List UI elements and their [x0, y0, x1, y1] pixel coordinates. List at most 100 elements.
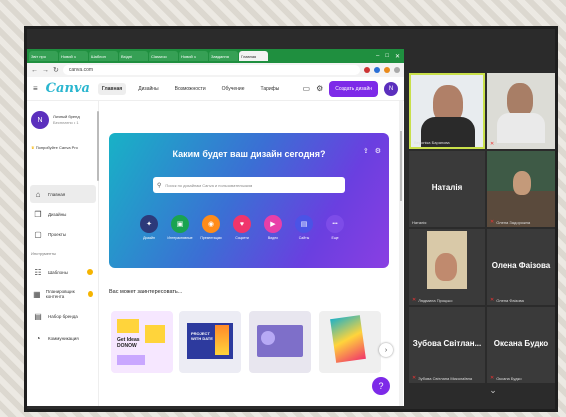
sidebar-section-label: Инструменты [31, 251, 56, 256]
folder-icon: ▢ [34, 229, 42, 239]
reload-icon[interactable]: ↻ [53, 66, 59, 74]
sidebar-item-label: Главная [48, 191, 66, 197]
participant-big-name: Зубова Світлан... [412, 339, 482, 348]
sidebar-scrollbar[interactable] [97, 111, 99, 181]
participant-tile[interactable]: ✕ Людмила Процько [409, 229, 485, 305]
extension-icon[interactable] [384, 67, 390, 73]
browser-tab-active[interactable]: Главная [239, 51, 268, 61]
category-presentations[interactable]: ◉ Презентации [200, 215, 222, 240]
try-pro-link[interactable]: ♛ Попробуйте Canva Pro [31, 145, 78, 150]
mic-muted-icon: ✕ [490, 219, 495, 225]
help-button[interactable]: ? [372, 377, 390, 395]
canva-logo[interactable]: Canva [46, 81, 90, 96]
participant-tile[interactable]: Вероніка Баранова [409, 73, 485, 149]
participant-video [513, 171, 531, 195]
settings-icon[interactable]: ⚙ [316, 84, 323, 93]
participant-name-text: Зубова Світлана Миколаївна [418, 375, 473, 381]
category-label: Еще [331, 236, 339, 240]
sidebar-item-brand-kit[interactable]: ▤ Набор бренда [30, 307, 96, 325]
sidebar-item-projects[interactable]: ▢ Проекты [30, 225, 96, 243]
more-icon[interactable]: ⚙ [375, 147, 381, 155]
hero-title: Каким будет ваш дизайн сегодня? [172, 149, 326, 159]
nav-pricing[interactable]: Тарифы [256, 83, 283, 95]
category-websites[interactable]: ▤ Сайты [294, 215, 314, 240]
team-plan: Бесплатно • 1 [53, 120, 79, 125]
sidebar-item-designs[interactable]: ❐ Дизайны [30, 205, 96, 223]
category-label: Презентации [200, 236, 222, 240]
nav-designs[interactable]: Дизайны [134, 83, 162, 95]
participant-name: ✕ Олена Задорожна [490, 219, 530, 225]
url-input[interactable]: canva.com [62, 65, 360, 75]
category-video[interactable]: ▶ Видео [263, 215, 283, 240]
nav-home[interactable]: Главная [97, 82, 127, 95]
close-icon[interactable]: ✕ [395, 53, 400, 60]
design-search-input[interactable]: ⚲ Поиск по дизайнам Canva и пользователь… [153, 177, 345, 193]
browser-tab[interactable]: Звіт про [29, 51, 58, 61]
scroll-thumb[interactable] [400, 131, 402, 201]
back-icon[interactable]: ← [31, 67, 38, 74]
profile-icon[interactable] [394, 67, 400, 73]
template-card[interactable]: PROJECT WITH DATE [179, 311, 241, 373]
create-design-button[interactable]: Создать дизайн [329, 80, 378, 97]
card-title: PROJECT WITH DATE [191, 331, 213, 341]
avatar[interactable]: N [384, 81, 398, 96]
browser-tab[interactable]: Новий з [59, 51, 88, 61]
browser-tab[interactable]: Classroo [149, 51, 178, 61]
maximize-icon[interactable]: □ [385, 53, 389, 60]
chevron-down-icon[interactable]: ⌄ [482, 381, 504, 399]
team-avatar: N [31, 111, 49, 129]
hero-banner: Каким будет ваш дизайн сегодня? ⇪ ⚙ ⚲ По… [109, 133, 389, 268]
mic-muted-icon: ✕ [412, 375, 417, 381]
sidebar-item-label: Проекты [48, 231, 67, 237]
nav-features[interactable]: Возможности [171, 83, 210, 95]
participant-tile[interactable]: ✕ Ірина Позначарчук [487, 73, 555, 149]
sidebar-item-communication[interactable]: ◔ Коммуникация [30, 329, 96, 347]
address-bar: ← → ↻ canva.com [27, 63, 404, 77]
category-for-you[interactable]: ✦ Дизайн [139, 215, 159, 240]
browser-tab[interactable]: Завдання [209, 51, 238, 61]
template-card[interactable]: Get Ideas DONOW [111, 311, 173, 373]
menu-icon[interactable]: ≡ [33, 84, 38, 93]
category-label: Видео [267, 236, 279, 240]
participant-big-name: Оксана Будко [493, 339, 549, 348]
browser-tab[interactable]: Шаблон [89, 51, 118, 61]
page-scrollbar[interactable] [399, 101, 403, 406]
mic-muted-icon: ✕ [490, 141, 495, 147]
extension-icon[interactable] [364, 67, 370, 73]
participant-tile[interactable]: ✕ Олена Задорожна [487, 151, 555, 227]
card-shape [261, 331, 275, 345]
template-card[interactable] [319, 311, 381, 373]
sidebar-item-planner[interactable]: ▦ Планировщик контента [30, 285, 96, 303]
sidebar-item-label: Коммуникация [48, 335, 79, 341]
minimize-icon[interactable]: – [376, 53, 379, 60]
category-more[interactable]: ••• Еще [325, 215, 345, 240]
carousel-next-button[interactable]: › [379, 343, 393, 357]
browser-tab[interactable]: Новий з [179, 51, 208, 61]
participant-tile[interactable]: Наталія Наталія [409, 151, 485, 227]
participant-name: ✕ Олена Фаізова [490, 297, 524, 303]
participant-tile[interactable]: Олена Фаізова ✕ Олена Фаізова [487, 229, 555, 305]
participant-big-name: Олена Фаізова [491, 261, 551, 270]
browser-tab-strip: Звіт про Новий з Шаблон Вхідні Classroo … [27, 49, 404, 63]
category-social[interactable]: ♥ Соцсети [232, 215, 252, 240]
team-switcher[interactable]: N Личный бренд Бесплатно • 1 [31, 111, 80, 129]
sidebar-item-label: Набор бренда [48, 313, 78, 319]
extension-icon[interactable] [374, 67, 380, 73]
upload-icon[interactable]: ⇪ [363, 147, 369, 155]
forward-icon[interactable]: → [42, 67, 49, 74]
try-pro-label: Попробуйте Canva Pro [35, 145, 78, 150]
participant-tile[interactable]: Зубова Світлан... ✕ Зубова Світлана Микол… [409, 307, 485, 383]
participant-video [497, 113, 545, 143]
participant-tile[interactable]: Оксана Будко ✕ Оксана Будко [487, 307, 555, 383]
desktop-icon[interactable]: ▭ [303, 84, 311, 93]
template-card[interactable] [249, 311, 311, 373]
suggestions-heading: Вас может заинтересовать... [109, 289, 183, 295]
sidebar-item-templates[interactable]: ☷ Шаблоны [30, 263, 96, 281]
category-interactive[interactable]: ▣ Интерактивные [167, 215, 193, 240]
sidebar-item-home[interactable]: ⌂ Главная [30, 185, 96, 203]
nav-learn[interactable]: Обучение [218, 83, 249, 95]
participant-name: ✕ Людмила Процько [412, 297, 452, 303]
participant-big-name: Наталія [431, 183, 463, 192]
participant-name: ✕ Зубова Світлана Миколаївна [412, 375, 472, 381]
browser-tab[interactable]: Вхідні [119, 51, 148, 61]
